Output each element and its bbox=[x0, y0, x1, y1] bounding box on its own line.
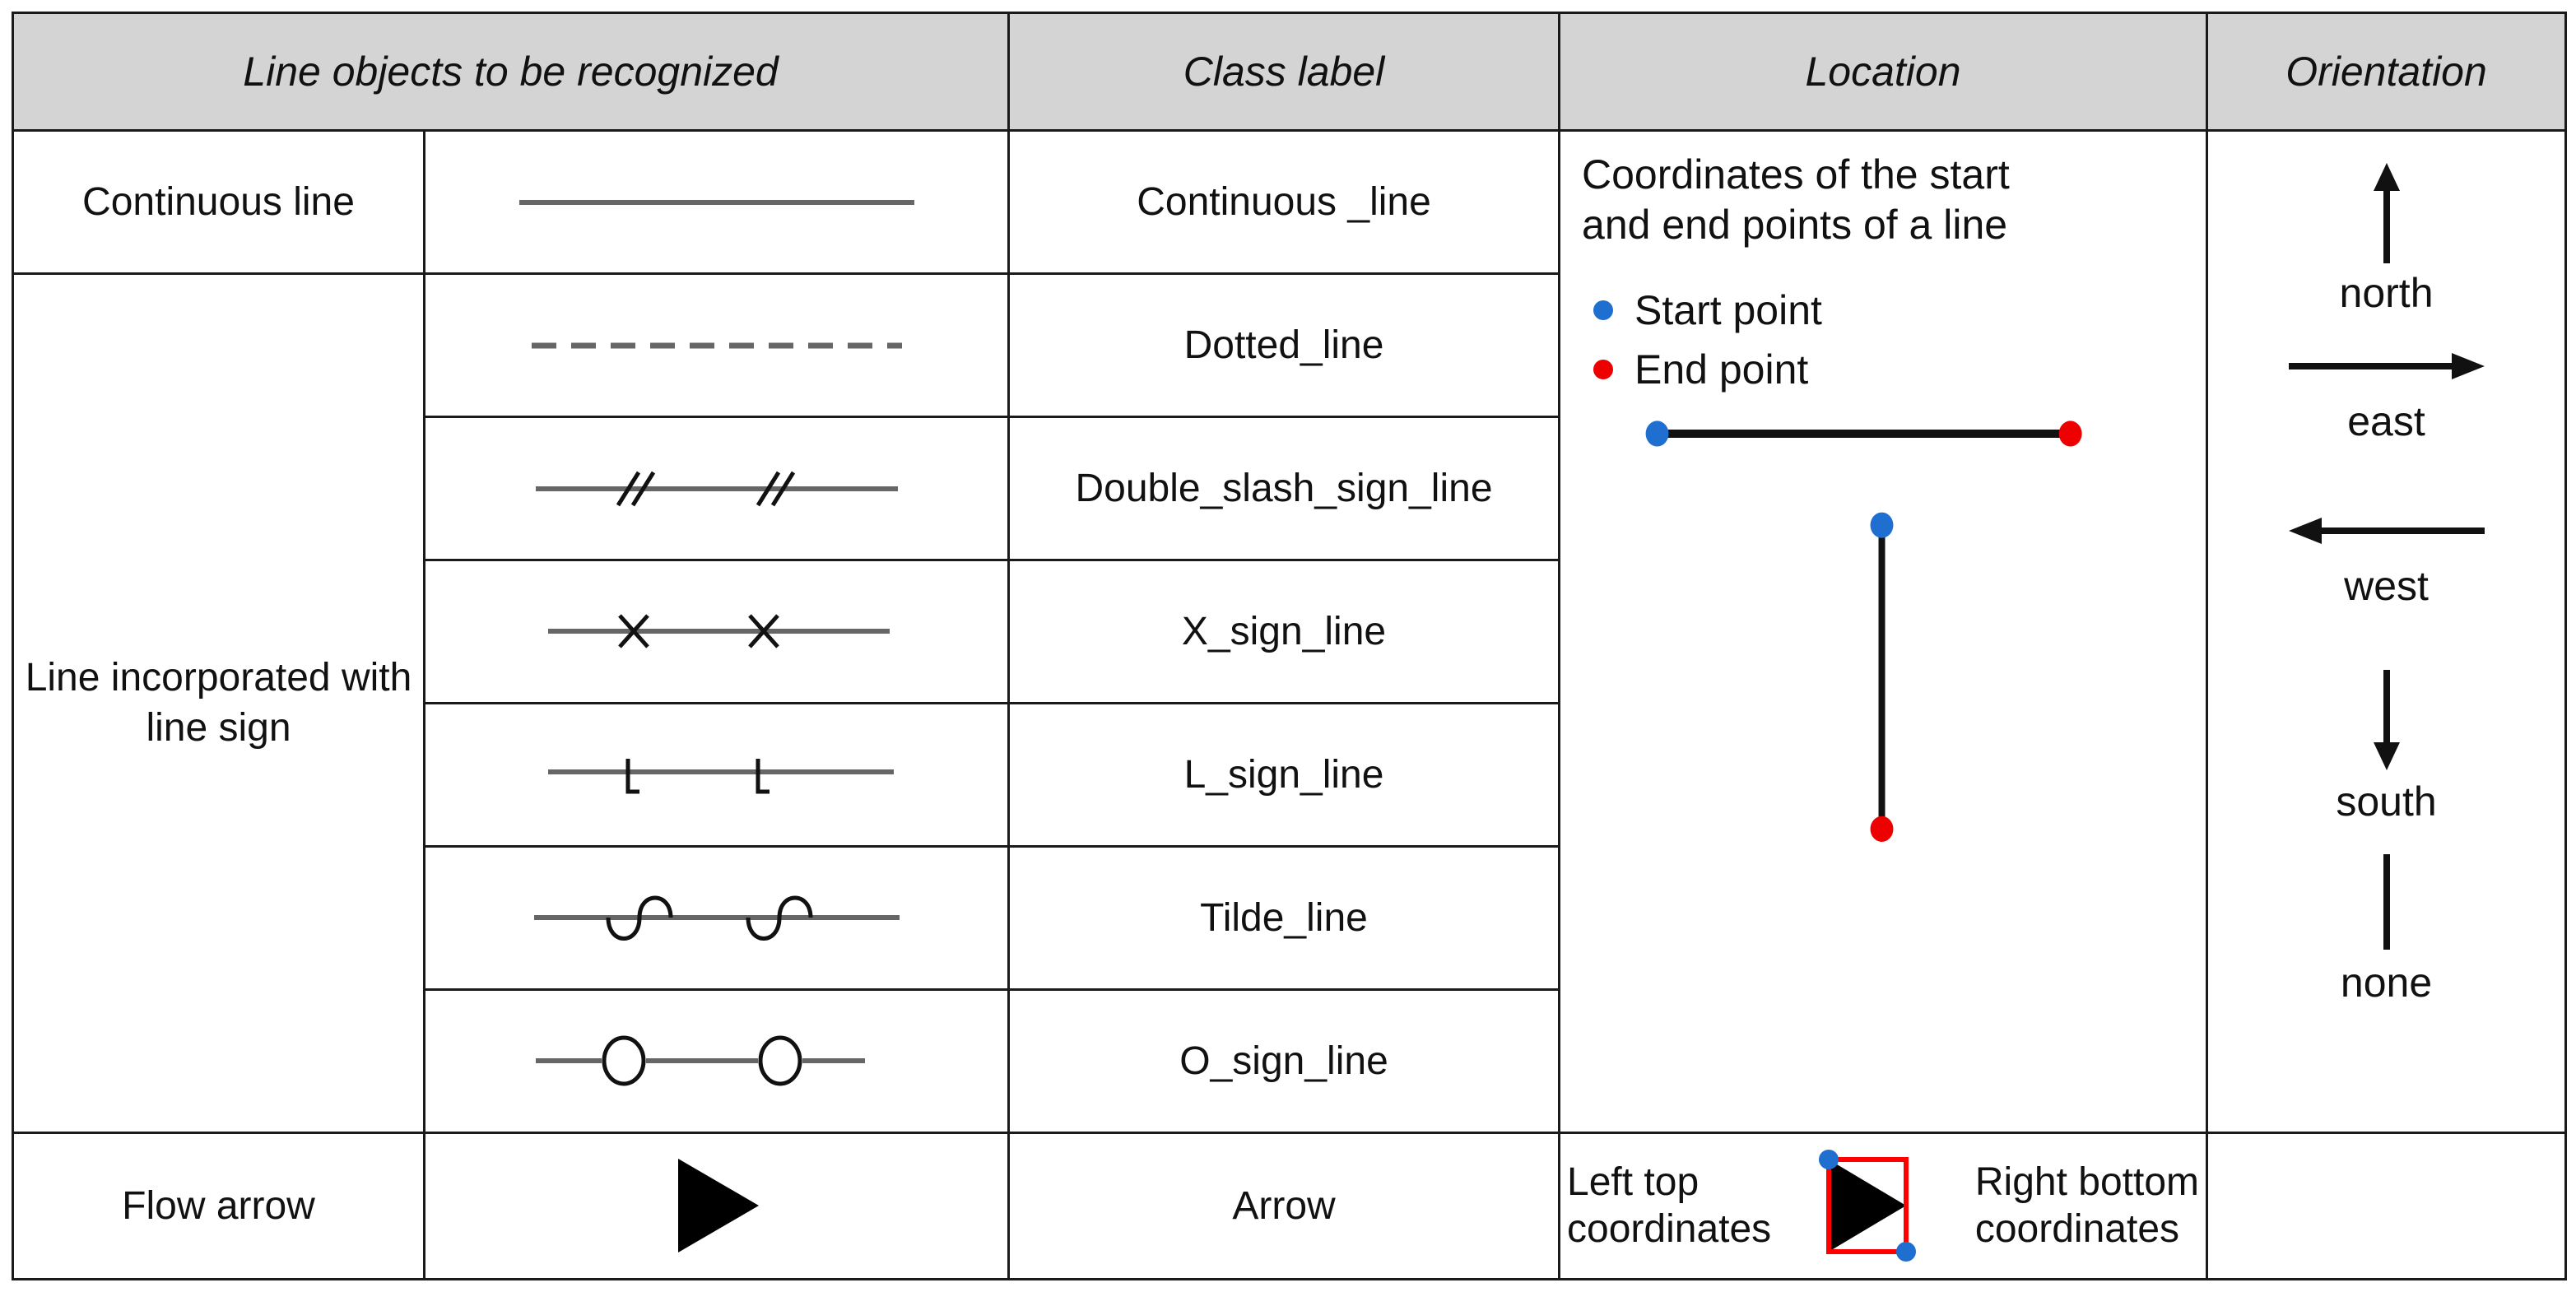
glyph-double-slash-line bbox=[422, 416, 1011, 561]
tilde-line-icon bbox=[533, 895, 900, 941]
orientation-item-west: west bbox=[2208, 504, 2564, 610]
start-point-dot bbox=[1870, 512, 1894, 539]
blue-dot-icon bbox=[1593, 300, 1614, 321]
location-legend: Start point End point bbox=[1593, 286, 2206, 393]
orientation-label-east: east bbox=[2347, 398, 2425, 445]
glyph-tilde-line bbox=[422, 844, 1011, 991]
class-label-cell: Arrow bbox=[1007, 1131, 1561, 1281]
arrow-right-icon bbox=[2288, 353, 2485, 380]
start-point-dot bbox=[1645, 421, 1669, 447]
plain-line-icon bbox=[2383, 854, 2390, 950]
group-label-continuous: Continuous line bbox=[12, 129, 425, 276]
legend-item-start: Start point bbox=[1593, 286, 2206, 334]
glyph-o-sign-line bbox=[422, 988, 1011, 1134]
glyph-l-sign-line bbox=[422, 701, 1011, 848]
table-row: Flow arrow Arrow Left top coordinates Ri… bbox=[12, 1131, 2568, 1281]
o-sign-line-icon bbox=[535, 1035, 865, 1086]
orientation-label-south: south bbox=[2336, 778, 2437, 825]
header-location: Location bbox=[1558, 11, 2209, 132]
class-label-cell: Continuous _line bbox=[1007, 129, 1561, 276]
red-dot-icon bbox=[1593, 360, 1614, 380]
vertical-line-example bbox=[1870, 512, 1894, 843]
orientation-label-north: north bbox=[2339, 270, 2434, 317]
class-label-cell: X_sign_line bbox=[1007, 559, 1561, 704]
class-label-cell: Tilde_line bbox=[1007, 844, 1561, 991]
location-description: Coordinates of the start and end points … bbox=[1582, 151, 2010, 249]
bounding-box-figure bbox=[1819, 1150, 1917, 1262]
orientation-item-east: east bbox=[2208, 339, 2564, 445]
glyph-solid-line bbox=[422, 129, 1011, 276]
spec-table-figure: Line objects to be recognized Class labe… bbox=[0, 0, 2576, 1292]
orientation-item-north: north bbox=[2208, 160, 2564, 317]
class-label-cell: O_sign_line bbox=[1007, 988, 1561, 1134]
legend-label-end: End point bbox=[1634, 346, 1809, 393]
legend-label-start: Start point bbox=[1634, 287, 1822, 334]
bbox-left-top-label: Left top coordinates bbox=[1567, 1160, 1772, 1252]
horizontal-line-example bbox=[1645, 421, 2082, 447]
orientation-label-none: none bbox=[2340, 960, 2433, 1006]
glyph-x-sign-line bbox=[422, 559, 1011, 704]
group-label-flow-arrow: Flow arrow bbox=[12, 1131, 425, 1281]
header-line-objects: Line objects to be recognized bbox=[11, 11, 1011, 132]
orientation-blank-cell bbox=[2206, 1131, 2568, 1281]
location-cell: Coordinates of the start and end points … bbox=[1558, 129, 2209, 1134]
double-slash-line-icon bbox=[535, 471, 898, 506]
dashed-line-icon bbox=[531, 342, 902, 349]
arrow-down-icon bbox=[2373, 670, 2400, 771]
bbox-right-bottom-handle bbox=[1896, 1242, 1917, 1262]
header-class-label: Class label bbox=[1007, 11, 1561, 132]
filled-triangle-arrow-icon bbox=[677, 1159, 759, 1253]
end-point-dot bbox=[2058, 421, 2082, 447]
orientation-item-none: none bbox=[2208, 849, 2564, 1006]
class-label-cell: Double_slash_sign_line bbox=[1007, 416, 1561, 561]
table-row: Continuous line Continuous _line Coordin… bbox=[12, 129, 2568, 1134]
table-header-row: Line objects to be recognized Class labe… bbox=[11, 11, 2568, 132]
bbox-left-top-handle bbox=[1819, 1150, 1839, 1170]
bbox-right-bottom-label: Right bottom coordinates bbox=[1974, 1160, 2199, 1252]
location-diagram bbox=[1645, 421, 2082, 843]
x-sign-line-icon bbox=[547, 614, 890, 649]
class-label-cell: Dotted_line bbox=[1007, 272, 1561, 419]
end-point-dot bbox=[1870, 816, 1894, 843]
arrow-left-icon bbox=[2288, 518, 2485, 545]
group-label-line-sign: Line incorporated with line sign bbox=[12, 272, 425, 1134]
header-orientation: Orientation bbox=[2206, 11, 2568, 132]
orientation-cell: north east west south none bbox=[2206, 129, 2568, 1134]
l-sign-line-icon bbox=[547, 759, 894, 794]
triangle-shape bbox=[1829, 1160, 1907, 1252]
solid-line-icon bbox=[518, 199, 914, 205]
location-bbox-cell: Left top coordinates Right bottom coordi… bbox=[1558, 1131, 2209, 1281]
glyph-dashed-line bbox=[422, 272, 1011, 419]
orientation-label-west: west bbox=[2344, 563, 2429, 610]
glyph-filled-triangle-arrow bbox=[422, 1131, 1011, 1281]
orientation-item-south: south bbox=[2208, 668, 2564, 825]
legend-item-end: End point bbox=[1593, 346, 2206, 393]
arrow-up-icon bbox=[2373, 163, 2400, 264]
class-label-cell: L_sign_line bbox=[1007, 701, 1561, 848]
line-object-spec-table: Line objects to be recognized Class labe… bbox=[11, 11, 2568, 1281]
